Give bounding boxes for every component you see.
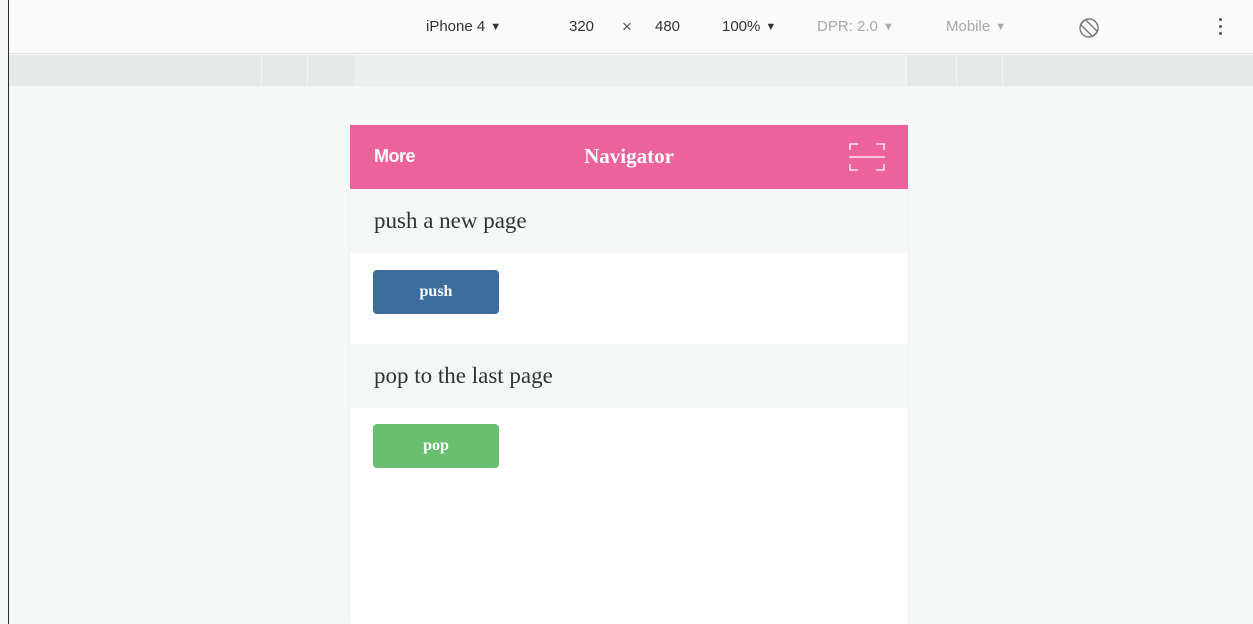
more-options-icon[interactable]: [1217, 18, 1223, 42]
chevron-down-icon: ▼: [882, 21, 894, 33]
ruler-segment: [906, 55, 956, 86]
device-select[interactable]: iPhone 4 ▼: [426, 18, 501, 35]
device-viewport: More Navigator push a new page push pop …: [350, 125, 908, 624]
ruler-segment: [307, 55, 353, 86]
chevron-down-icon: ▼: [765, 21, 777, 33]
ruler-segment: [956, 55, 1002, 86]
device-toolbar: iPhone 4 ▼ 320 × 480 100% ▼ DPR: 2.0 ▼ Mobi…: [9, 0, 1253, 54]
devtools-frame: iPhone 4 ▼ 320 × 480 100% ▼ DPR: 2.0 ▼ Mobi…: [8, 0, 1253, 624]
ruler-segment: [354, 55, 906, 86]
zoom-value: 100%: [722, 18, 761, 35]
dpr-value: DPR: 2.0: [817, 18, 878, 35]
width-field[interactable]: 320: [569, 18, 594, 35]
chevron-down-icon: ▼: [995, 21, 1007, 33]
section-heading-push: push a new page: [350, 189, 908, 253]
zoom-select[interactable]: 100% ▼: [722, 18, 776, 35]
pop-button[interactable]: pop: [373, 424, 499, 468]
navigation-bar: More Navigator: [350, 125, 908, 189]
times-icon: ×: [622, 17, 632, 36]
mode-value: Mobile: [946, 18, 991, 35]
dpr-select[interactable]: DPR: 2.0 ▼: [817, 18, 894, 35]
height-field[interactable]: 480: [655, 18, 680, 35]
device-name: iPhone 4: [426, 18, 486, 35]
push-button[interactable]: push: [373, 270, 499, 314]
rotate-icon[interactable]: [1077, 16, 1101, 40]
section-heading-pop: pop to the last page: [350, 344, 908, 408]
mode-select[interactable]: Mobile ▼: [946, 18, 1006, 35]
scan-icon[interactable]: [848, 141, 886, 173]
media-query-bar: [9, 55, 1253, 86]
chevron-down-icon: ▼: [490, 21, 502, 33]
page-title: Navigator: [584, 144, 674, 168]
ruler-segment: [1002, 55, 1253, 86]
ruler-segment: [261, 55, 307, 86]
